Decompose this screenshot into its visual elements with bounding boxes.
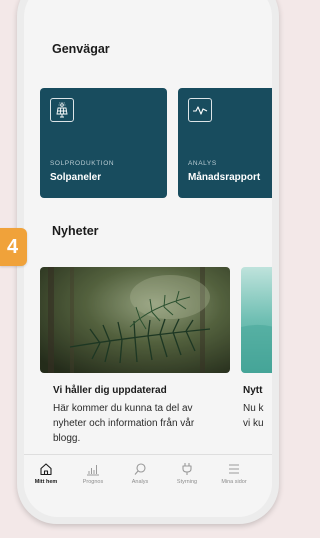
tab-label: Analys xyxy=(131,479,149,485)
tab-analys[interactable]: Analys xyxy=(116,455,164,495)
phone-frame: Genvägar SOLPRODUKTION Solpaneler ANALYS… xyxy=(17,0,279,524)
home-icon xyxy=(40,463,52,476)
news-item-text: Nu k vi ku xyxy=(243,401,272,431)
news-item-text-line: vi ku xyxy=(243,418,264,429)
tab-styrning[interactable]: Styrning xyxy=(163,455,211,495)
news-item-text-line: nyheter och information från vår xyxy=(53,418,195,429)
news-item-text-line: blogg. xyxy=(53,433,81,444)
tab-label: Prognos xyxy=(82,479,104,485)
tab-mina-sidor[interactable]: Mina sidor xyxy=(210,455,258,495)
plug-icon xyxy=(182,463,192,475)
shortcut-name: Solpaneler xyxy=(50,172,102,183)
news-image-teal-water[interactable] xyxy=(241,267,272,373)
news-item-title: Nytt xyxy=(243,385,263,396)
app-screen: Genvägar SOLPRODUKTION Solpaneler ANALYS… xyxy=(24,0,272,517)
menu-icon xyxy=(229,464,239,474)
shortcuts-heading: Genvägar xyxy=(52,42,110,56)
shortcut-category: ANALYS xyxy=(188,160,217,167)
news-item-text-line: Nu k xyxy=(243,403,264,414)
news-item-text-line: Här kommer du kunna ta del av xyxy=(53,403,193,414)
search-icon xyxy=(134,463,146,475)
tab-label: Mitt hem xyxy=(34,479,58,485)
news-heading: Nyheter xyxy=(52,224,99,238)
solar-panel-icon xyxy=(50,98,74,122)
shortcut-card-manadsrapport[interactable]: ANALYS Månadsrapport xyxy=(178,88,272,198)
tab-label: Styrning xyxy=(176,479,198,485)
shortcut-name: Månadsrapport xyxy=(188,172,261,183)
bar-chart-icon xyxy=(87,465,99,476)
shortcut-category: SOLPRODUKTION xyxy=(50,160,115,167)
step-number-badge: 4 xyxy=(0,228,27,266)
bottom-tab-bar: Mitt hem Prognos Analys Styrning Mina si… xyxy=(24,454,272,494)
line-chart-icon xyxy=(188,98,212,122)
shortcut-card-solpaneler[interactable]: SOLPRODUKTION Solpaneler xyxy=(40,88,167,198)
tab-prognos[interactable]: Prognos xyxy=(69,455,117,495)
news-item-text: Här kommer du kunna ta del av nyheter oc… xyxy=(53,401,194,446)
tab-label: Mina sidor xyxy=(221,479,247,485)
news-image-fir-branch[interactable] xyxy=(40,267,230,373)
news-item-title: Vi håller dig uppdaterad xyxy=(53,385,167,396)
tab-mitt-hem[interactable]: Mitt hem xyxy=(24,455,70,495)
